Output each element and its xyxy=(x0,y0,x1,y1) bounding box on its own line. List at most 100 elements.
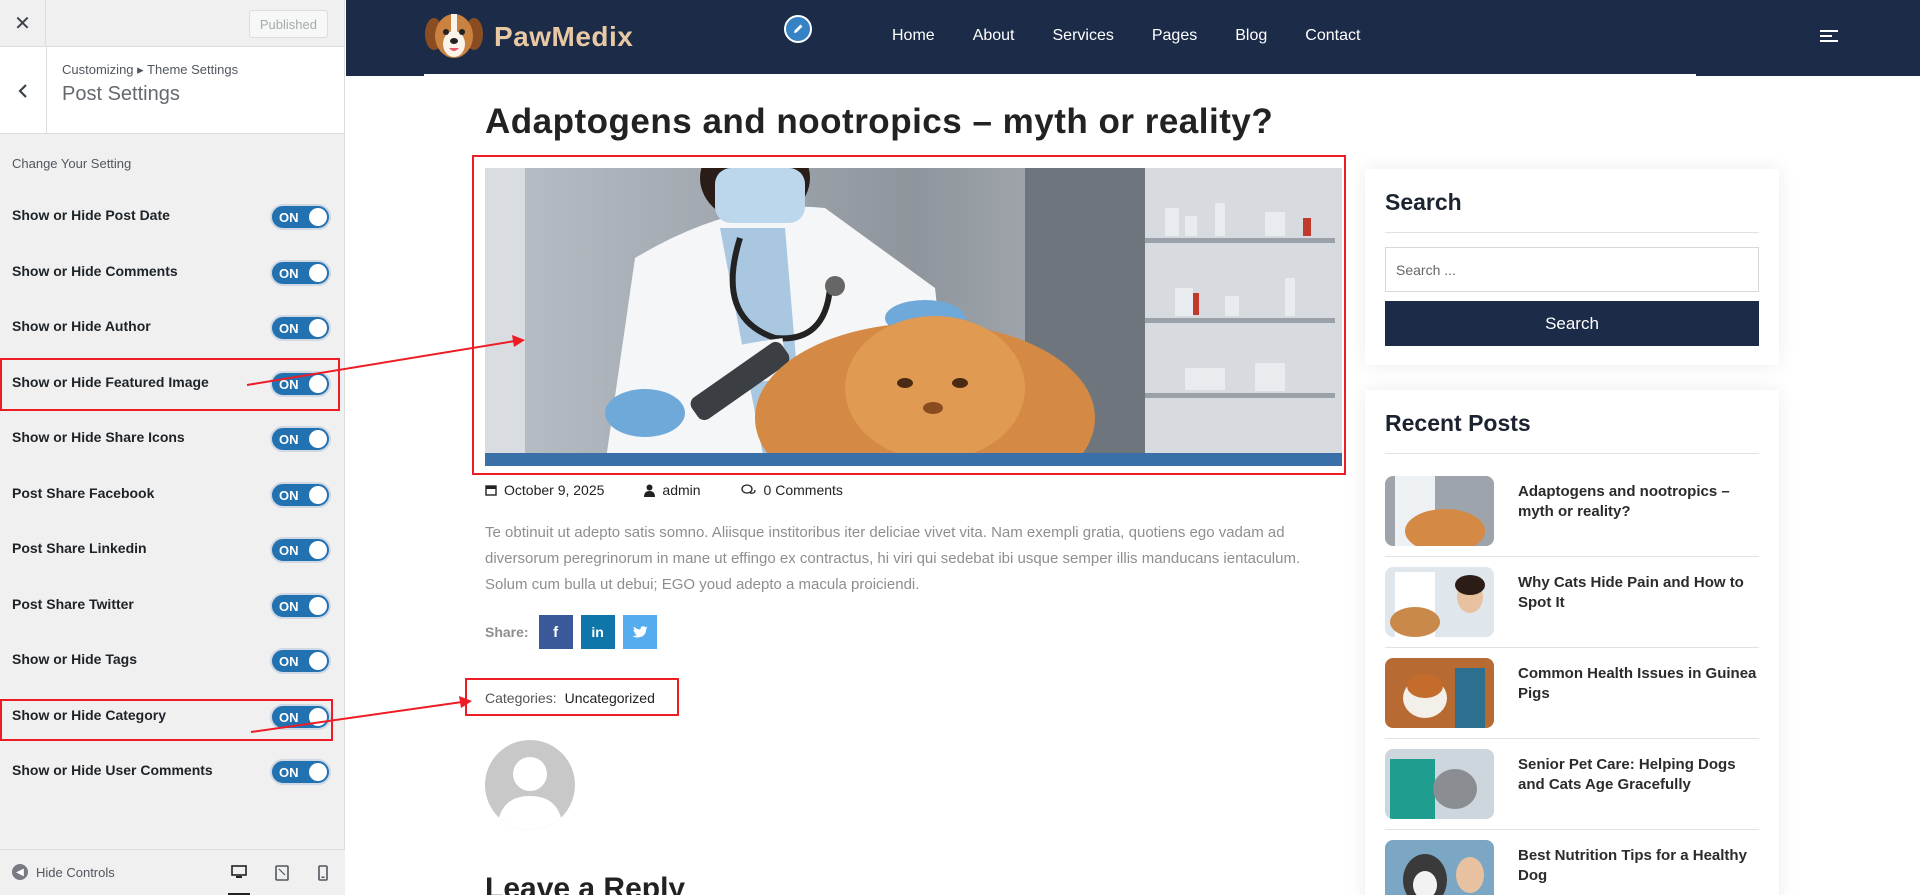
post-categories: Categories: Uncategorized xyxy=(485,690,655,706)
setting-toggle[interactable]: ON xyxy=(270,759,331,785)
author-avatar xyxy=(485,740,575,830)
recent-post-title[interactable]: Common Health Issues in Guinea Pigs xyxy=(1518,664,1758,704)
recent-post-thumbnail[interactable] xyxy=(1385,658,1494,728)
site-preview: PawMedix Home About Services Pages Blog Conta… xyxy=(346,0,1920,895)
recent-post-thumbnail[interactable] xyxy=(1385,567,1494,637)
list-divider xyxy=(1385,647,1759,648)
setting-row: Show or Hide Comments ON xyxy=(0,251,345,295)
post-author-text: admin xyxy=(662,482,701,498)
recent-post-item[interactable]: Why Cats Hide Pain and How to Spot It xyxy=(1385,567,1759,648)
setting-label: Show or Hide Featured Image xyxy=(12,374,209,390)
setting-label: Show or Hide User Comments xyxy=(12,762,213,778)
recent-post-title[interactable]: Best Nutrition Tips for a Healthy Dog xyxy=(1518,846,1758,886)
recent-post-item[interactable]: Senior Pet Care: Helping Dogs and Cats A… xyxy=(1385,749,1759,830)
site-logo[interactable]: PawMedix xyxy=(424,8,633,66)
recent-post-item[interactable]: Common Health Issues in Guinea Pigs xyxy=(1385,658,1759,739)
post-comments[interactable]: 0 Comments xyxy=(740,482,843,498)
setting-label: Post Share Twitter xyxy=(12,596,134,612)
toggle-state: ON xyxy=(279,543,299,558)
desktop-preview-icon[interactable] xyxy=(228,862,250,895)
facebook-share-icon[interactable]: f xyxy=(538,615,573,649)
calendar-icon xyxy=(485,485,497,496)
post-meta: October 9, 2025 admin 0 Comments xyxy=(485,482,883,498)
linkedin-share-icon[interactable]: in xyxy=(580,615,615,649)
setting-toggle[interactable]: ON xyxy=(270,593,331,619)
list-divider xyxy=(1385,738,1759,739)
recent-post-item[interactable]: Best Nutrition Tips for a Healthy Dog xyxy=(1385,840,1759,895)
setting-row: Post Share Facebook ON xyxy=(0,473,345,517)
widget-divider xyxy=(1385,232,1759,233)
toggle-knob xyxy=(309,319,327,337)
customizer-panel: ✕ Published Customizing ▸ Theme Settings… xyxy=(0,0,345,895)
setting-toggle[interactable]: ON xyxy=(270,648,331,674)
post-comments-text: 0 Comments xyxy=(763,482,843,498)
site-header: PawMedix Home About Services Pages Blog Conta… xyxy=(346,0,1920,76)
toggle-knob xyxy=(309,652,327,670)
tablet-preview-icon[interactable] xyxy=(271,862,293,884)
recent-post-item[interactable]: Adaptogens and nootropics – myth or real… xyxy=(1385,476,1759,557)
widget-divider xyxy=(1385,453,1759,454)
recent-post-title[interactable]: Why Cats Hide Pain and How to Spot It xyxy=(1518,573,1758,613)
hide-controls-button[interactable]: ◀ Hide Controls xyxy=(12,864,115,880)
setting-label: Post Share Linkedin xyxy=(12,540,147,556)
menu-item-about[interactable]: About xyxy=(973,27,1015,45)
post-author[interactable]: admin xyxy=(644,482,701,498)
search-button[interactable]: Search xyxy=(1385,301,1759,346)
search-input[interactable]: Search ... xyxy=(1385,247,1759,292)
toggle-knob xyxy=(309,597,327,615)
toggle-knob xyxy=(309,375,327,393)
published-button[interactable]: Published xyxy=(248,10,328,38)
setting-toggle[interactable]: ON xyxy=(270,260,331,286)
hamburger-menu-icon[interactable] xyxy=(1820,30,1838,45)
setting-toggle[interactable]: ON xyxy=(270,537,331,563)
recent-post-thumbnail[interactable] xyxy=(1385,840,1494,895)
toggle-state: ON xyxy=(279,710,299,725)
setting-toggle[interactable]: ON xyxy=(270,315,331,341)
menu-item-blog[interactable]: Blog xyxy=(1235,27,1267,45)
post-excerpt: Te obtinuit ut adepto satis somno. Aliis… xyxy=(485,524,1301,593)
post-date-text: October 9, 2025 xyxy=(504,482,605,498)
edit-pencil-icon[interactable] xyxy=(784,15,812,43)
recent-post-title[interactable]: Senior Pet Care: Helping Dogs and Cats A… xyxy=(1518,755,1758,795)
customizer-header-bar: ✕ Published xyxy=(0,0,344,47)
hide-controls-label: Hide Controls xyxy=(36,864,115,880)
setting-label: Show or Hide Post Date xyxy=(12,207,170,223)
share-icons: Share: f in xyxy=(485,615,657,649)
share-label: Share: xyxy=(485,624,529,640)
menu-item-contact[interactable]: Contact xyxy=(1305,27,1360,45)
twitter-share-icon[interactable] xyxy=(622,615,657,649)
comments-icon xyxy=(740,483,756,494)
category-link[interactable]: Uncategorized xyxy=(565,690,655,706)
setting-row: Show or Hide Category ON xyxy=(0,695,345,739)
setting-row: Show or Hide Author ON xyxy=(0,306,345,350)
menu-item-pages[interactable]: Pages xyxy=(1152,27,1197,45)
toggle-knob xyxy=(309,763,327,781)
toggle-state: ON xyxy=(279,377,299,392)
toggle-state: ON xyxy=(279,432,299,447)
setting-row: Show or Hide Post Date ON xyxy=(0,195,345,239)
setting-label: Show or Hide Author xyxy=(12,318,151,334)
section-title: Post Settings xyxy=(62,83,180,105)
setting-label: Show or Hide Comments xyxy=(12,263,178,279)
toggle-state: ON xyxy=(279,765,299,780)
toggle-knob xyxy=(309,486,327,504)
menu-item-services[interactable]: Services xyxy=(1053,27,1114,45)
section-header: Customizing ▸ Theme Settings Post Settin… xyxy=(0,47,344,134)
mobile-preview-icon[interactable] xyxy=(312,862,334,884)
toggle-knob xyxy=(309,430,327,448)
menu-item-home[interactable]: Home xyxy=(892,27,935,45)
close-icon[interactable]: ✕ xyxy=(0,0,46,46)
setting-toggle[interactable]: ON xyxy=(270,704,331,730)
collapse-icon: ◀ xyxy=(12,864,28,880)
toggle-state: ON xyxy=(279,210,299,225)
setting-toggle[interactable]: ON xyxy=(270,371,331,397)
setting-toggle[interactable]: ON xyxy=(270,204,331,230)
recent-post-thumbnail[interactable] xyxy=(1385,749,1494,819)
recent-post-title[interactable]: Adaptogens and nootropics – myth or real… xyxy=(1518,482,1758,522)
setting-toggle[interactable]: ON xyxy=(270,426,331,452)
back-arrow-icon[interactable] xyxy=(0,47,47,134)
recent-post-thumbnail[interactable] xyxy=(1385,476,1494,546)
toggle-state: ON xyxy=(279,599,299,614)
setting-toggle[interactable]: ON xyxy=(270,482,331,508)
header-divider xyxy=(424,74,1696,76)
